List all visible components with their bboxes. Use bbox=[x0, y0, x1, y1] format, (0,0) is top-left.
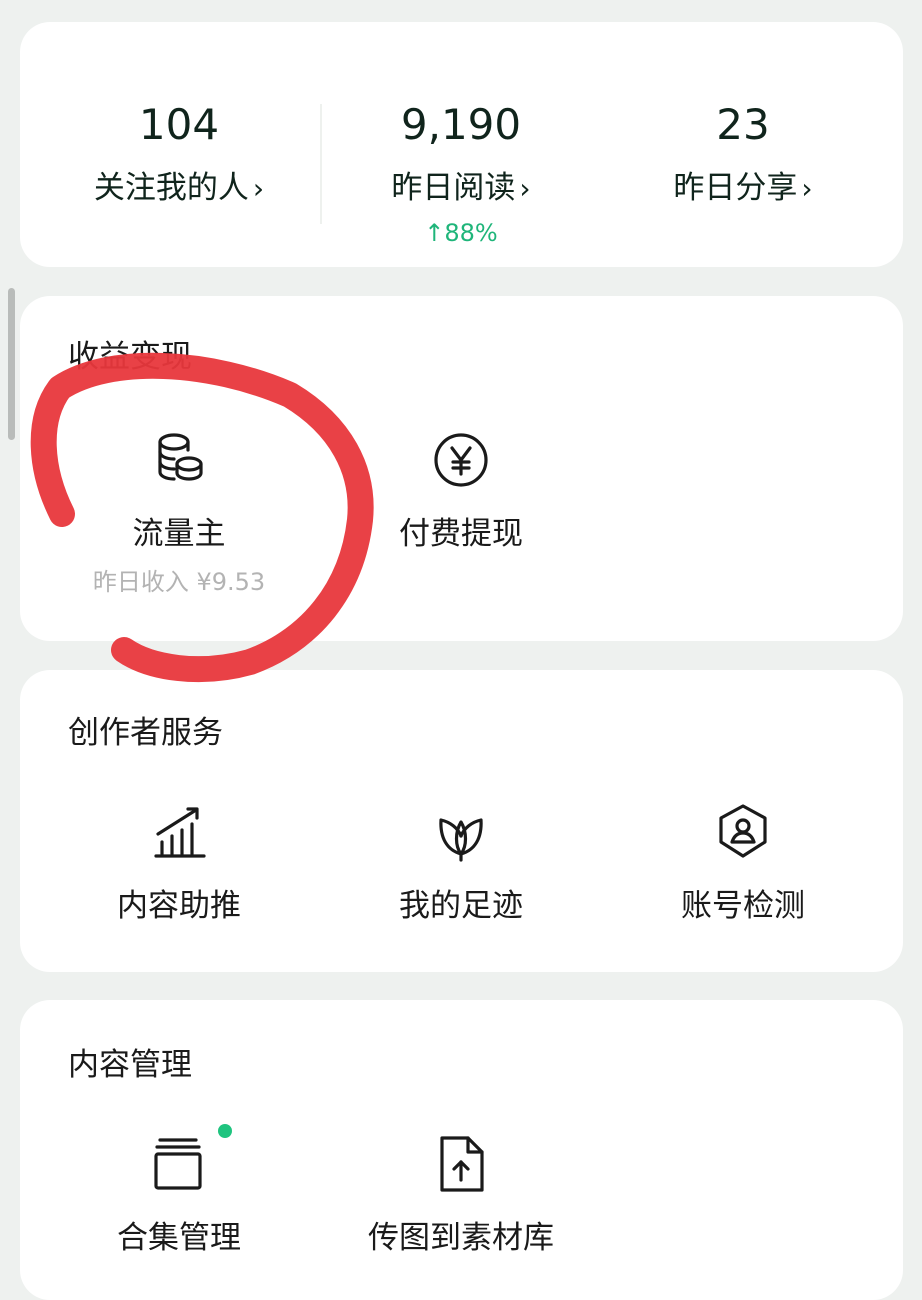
monetization-title: 收益变现 bbox=[68, 339, 192, 375]
monetization-card: 收益变现 流量主 昨日收入 ¥9.53 付费提现 bbox=[20, 296, 903, 641]
new-badge-dot bbox=[218, 1124, 232, 1138]
chevron-right-icon: › bbox=[519, 172, 531, 205]
my-footprint-label: 我的足迹 bbox=[399, 888, 523, 924]
chevron-right-icon: › bbox=[801, 172, 813, 205]
shares-count: 23 bbox=[716, 100, 770, 149]
content-boost-label: 内容助推 bbox=[117, 888, 241, 924]
scroll-indicator[interactable] bbox=[8, 288, 15, 440]
traffic-master-label: 流量主 bbox=[132, 516, 226, 552]
growth-chart-icon bbox=[144, 798, 214, 868]
chevron-right-icon: › bbox=[252, 172, 265, 205]
reads-trend-badge: ↑88% bbox=[424, 219, 498, 247]
stats-card: 104 关注我的人 › 9,190 昨日阅读 › ↑88% 23 昨日分享 › bbox=[20, 22, 903, 267]
creator-services-card: 创作者服务 内容助推 我的足迹 账号检测 bbox=[20, 670, 903, 972]
reads-count: 9,190 bbox=[400, 100, 522, 149]
collections-label: 合集管理 bbox=[117, 1220, 241, 1256]
account-check-label: 账号检测 bbox=[681, 888, 805, 924]
coins-icon bbox=[144, 426, 214, 496]
yesterday-income: 昨日收入 ¥9.53 bbox=[92, 568, 266, 596]
followers-label: 关注我的人 › bbox=[93, 170, 265, 206]
paid-withdraw-label: 付费提现 bbox=[399, 516, 523, 552]
creator-services-title: 创作者服务 bbox=[68, 715, 223, 751]
stat-yesterday-shares[interactable]: 23 昨日分享 › bbox=[596, 22, 890, 267]
stat-yesterday-reads[interactable]: 9,190 昨日阅读 › ↑88% bbox=[314, 22, 608, 267]
leaf-icon bbox=[426, 798, 496, 868]
content-management-card: 内容管理 合集管理 传图到素材库 bbox=[20, 1000, 903, 1300]
shares-label: 昨日分享 › bbox=[673, 170, 813, 206]
collection-stack-icon bbox=[144, 1130, 214, 1200]
stat-followers[interactable]: 104 关注我的人 › bbox=[32, 22, 326, 267]
reads-label: 昨日阅读 › bbox=[391, 170, 531, 206]
content-management-title: 内容管理 bbox=[68, 1047, 192, 1083]
upload-to-library-label: 传图到素材库 bbox=[368, 1220, 554, 1256]
followers-count: 104 bbox=[138, 100, 220, 149]
upload-file-icon bbox=[426, 1130, 496, 1200]
yen-circle-icon bbox=[426, 426, 496, 496]
shield-user-icon bbox=[708, 798, 778, 868]
